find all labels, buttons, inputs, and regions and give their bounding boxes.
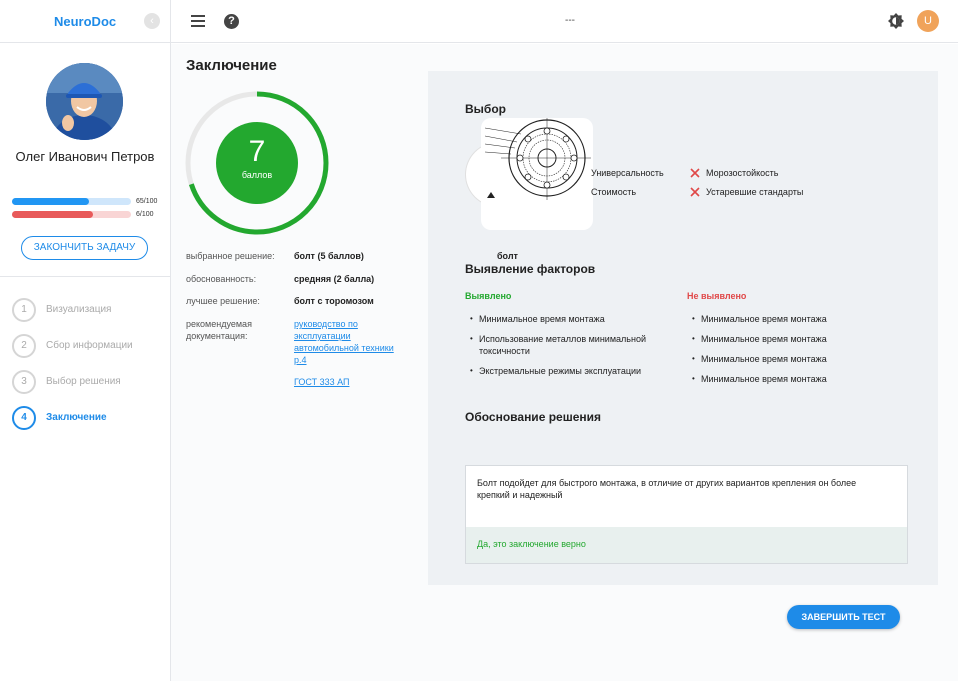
progress-fill	[12, 211, 93, 218]
finish-task-button[interactable]: ЗАКОНЧИТЬ ЗАДАЧУ	[21, 236, 148, 260]
justification-section-title: Обоснование решения	[465, 410, 602, 424]
choice-section-title: Выбор	[465, 102, 506, 116]
progress-label-secondary: 6/100	[136, 211, 154, 218]
validity-key: обоснованность:	[186, 274, 257, 284]
collapse-sidebar-button[interactable]: ‹	[144, 13, 160, 29]
step-visualization[interactable]: 1 Визуализация	[12, 298, 162, 322]
main-content: Заключение 7 баллов выбранное решение: б…	[171, 44, 958, 681]
score-unit: баллов	[241, 170, 273, 180]
step-number: 4	[12, 406, 36, 430]
justification-text: Болт подойдет для быстрого монтажа, в от…	[477, 478, 857, 500]
sidebar: NeuroDoc ‹ Олег Иванович Петров 65/100 6…	[0, 0, 171, 681]
step-label: Сбор информации	[46, 340, 133, 351]
validity-value: средняя (2 балла)	[294, 274, 375, 284]
step-solution-choice[interactable]: 3 Выбор решения	[12, 370, 162, 394]
solution-name: болт	[497, 251, 518, 261]
found-factor-item: Экстремальные режимы эксплуатации	[470, 365, 669, 377]
score-circle: 7 баллов	[216, 122, 298, 204]
score-value: 7	[248, 135, 266, 168]
analysis-panel: Выбор болт Универсальность Стоимость Мор…	[428, 71, 938, 585]
not-found-factor-item: Минимальное время монтажа	[692, 333, 901, 345]
chosen-solution-key: выбранное решение:	[186, 251, 275, 261]
app-logo[interactable]: NeuroDoc	[54, 14, 116, 29]
cross-icon	[690, 187, 700, 197]
progress-bar-secondary	[12, 211, 131, 218]
not-found-factor-item: Минимальное время монтажа	[692, 373, 901, 385]
progress-fill	[12, 198, 90, 205]
criterion-outdated-standards: Устаревшие стандарты	[706, 187, 804, 197]
menu-icon[interactable]	[191, 15, 205, 27]
user-avatar-photo	[46, 63, 123, 140]
not-found-factor-item: Минимальное время монтажа	[692, 313, 901, 325]
sidebar-divider	[0, 276, 170, 277]
header-title: ---	[565, 15, 575, 26]
bolt-drawing[interactable]	[481, 116, 593, 230]
doc-link-manual[interactable]: руководство по эксплуатации автомобильно…	[294, 318, 406, 366]
found-column-title: Выявлено	[465, 291, 512, 301]
criterion-frost-resistance: Морозостойкость	[706, 168, 779, 178]
logo-row: NeuroDoc ‹	[0, 0, 170, 43]
not-found-factor-item: Минимальное время монтажа	[692, 353, 901, 365]
cross-icon	[690, 168, 700, 178]
best-solution-value: болт с торомозом	[294, 296, 374, 306]
user-menu-avatar[interactable]: U	[917, 10, 939, 32]
criterion-cost: Стоимость	[591, 187, 637, 197]
user-name: Олег Иванович Петров	[15, 149, 155, 164]
justification-box: Болт подойдет для быстрого монтажа, в от…	[465, 465, 908, 564]
step-conclusion[interactable]: 4 Заключение	[12, 406, 162, 430]
step-label: Выбор решения	[46, 376, 121, 387]
step-label: Визуализация	[46, 304, 112, 315]
step-number: 3	[12, 370, 36, 394]
criterion-universality: Универсальность	[591, 168, 664, 178]
found-factor-item: Минимальное время монтажа	[470, 313, 669, 325]
found-factor-item: Использование металлов минимальной токси…	[470, 333, 669, 357]
score-gauge: 7 баллов	[185, 91, 329, 235]
bolt-flange-drawing-icon	[484, 116, 591, 200]
progress-label-primary: 65/100	[136, 198, 158, 205]
chosen-solution-value: болт (5 баллов)	[294, 251, 364, 261]
progress-bar-primary	[12, 198, 131, 205]
step-info-gathering[interactable]: 2 Сбор информации	[12, 334, 162, 358]
best-solution-key: лучшее решение:	[186, 296, 260, 306]
step-number: 1	[12, 298, 36, 322]
verdict-text: Да, это заключение верно	[477, 539, 586, 549]
brightness-icon[interactable]	[888, 13, 904, 29]
help-icon[interactable]: ?	[224, 14, 239, 29]
worker-avatar-icon	[46, 63, 123, 140]
verdict-bar: Да, это заключение верно	[466, 527, 907, 563]
page-title: Заключение	[186, 57, 277, 74]
finish-test-button[interactable]: ЗАВЕРШИТЬ ТЕСТ	[787, 605, 900, 629]
step-label: Заключение	[46, 412, 107, 423]
top-header: ? --- U	[171, 0, 958, 43]
step-number: 2	[12, 334, 36, 358]
not-found-column-title: Не выявлено	[687, 291, 747, 301]
factors-section-title: Выявление факторов	[465, 262, 596, 276]
docs-key: рекомендуемая документация:	[186, 319, 252, 341]
doc-link-gost[interactable]: ГОСТ 333 АП	[294, 376, 406, 388]
